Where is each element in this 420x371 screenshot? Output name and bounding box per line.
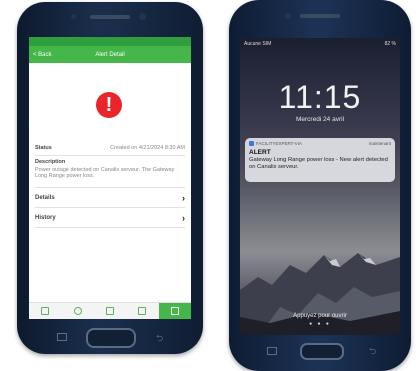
divider <box>35 155 185 156</box>
status-value: Created on 4/21/2024 8:30 AM <box>110 145 185 151</box>
status-row: Status Created on 4/21/2024 8:30 AM <box>35 145 185 151</box>
settings-icon <box>170 307 179 315</box>
home-button[interactable] <box>300 343 344 360</box>
file-icon <box>106 307 115 315</box>
back-button[interactable]: < Back <box>33 52 63 58</box>
home-button[interactable] <box>86 328 136 348</box>
sensor <box>71 14 76 19</box>
details-row[interactable]: Details › <box>35 193 185 203</box>
tab-chat[interactable] <box>61 303 93 319</box>
battery-text: 82 % <box>384 41 396 47</box>
tab-home[interactable] <box>29 303 61 319</box>
ios-status-bar: Aucune SIM 82 % <box>244 41 396 47</box>
notification-header: FACILITYEXPERT-VIA maintenant <box>245 138 395 146</box>
lock-screen: Aucune SIM 82 % 11:15 Mercredi 24 avril … <box>240 38 400 335</box>
tab-files[interactable] <box>94 303 126 319</box>
android-screen: < Back Alert Detail ! Status Created on … <box>29 37 191 319</box>
notification-body: Gateway Long Range power loss - New aler… <box>249 157 388 170</box>
app-icon <box>249 141 254 146</box>
bottom-tab-bar <box>29 302 191 319</box>
chevron-right-icon: › <box>182 193 185 203</box>
lock-screen-time: 11:15 <box>278 79 362 115</box>
earpiece-speaker <box>90 15 130 19</box>
recent-apps-key[interactable] <box>267 347 277 355</box>
android-phone: < Back Alert Detail ! Status Created on … <box>17 2 203 354</box>
iphone: Aucune SIM 82 % 11:15 Mercredi 24 avril … <box>229 0 411 371</box>
tab-settings[interactable] <box>158 303 191 319</box>
alert-icon: ! <box>96 92 122 118</box>
history-label: History <box>35 215 56 221</box>
chat-icon <box>73 307 82 315</box>
page-dots: ● ● ● <box>309 321 331 327</box>
chevron-right-icon: › <box>182 213 185 223</box>
divider <box>35 187 185 188</box>
page-title: Alert Detail <box>95 51 125 58</box>
carrier-text: Aucune SIM <box>244 41 272 47</box>
divider <box>35 207 185 208</box>
front-camera <box>285 13 291 19</box>
description-row: Description Power outage detected on Can… <box>35 159 185 179</box>
home-icon <box>41 307 50 315</box>
notification-title: ALERT <box>249 149 271 156</box>
push-notification[interactable]: FACILITYEXPERT-VIA maintenant ALERT Gate… <box>245 138 395 182</box>
history-row[interactable]: History › <box>35 213 185 223</box>
notification-app-name: FACILITYEXPERT-VIA <box>256 141 302 146</box>
earpiece-speaker <box>300 14 340 18</box>
android-app-bar: < Back Alert Detail <box>29 46 191 63</box>
android-status-bar <box>29 37 191 46</box>
front-camera <box>139 13 146 20</box>
description-value: Power outage detected on Canalis serveur… <box>35 167 175 179</box>
details-label: Details <box>35 195 55 201</box>
description-label: Description <box>35 159 66 165</box>
chart-icon <box>138 307 147 315</box>
tab-charts[interactable] <box>126 303 158 319</box>
unlock-hint: Appuyez pour ouvrir <box>293 313 347 319</box>
status-label: Status <box>35 145 52 151</box>
recent-apps-key[interactable] <box>57 333 67 341</box>
notification-time: maintenant <box>368 141 391 146</box>
back-key-icon[interactable]: ⮌ <box>156 331 163 347</box>
lock-screen-date: Mercredi 24 avril <box>295 116 345 123</box>
back-key-icon[interactable]: ⮌ <box>369 344 376 360</box>
divider <box>35 227 185 228</box>
